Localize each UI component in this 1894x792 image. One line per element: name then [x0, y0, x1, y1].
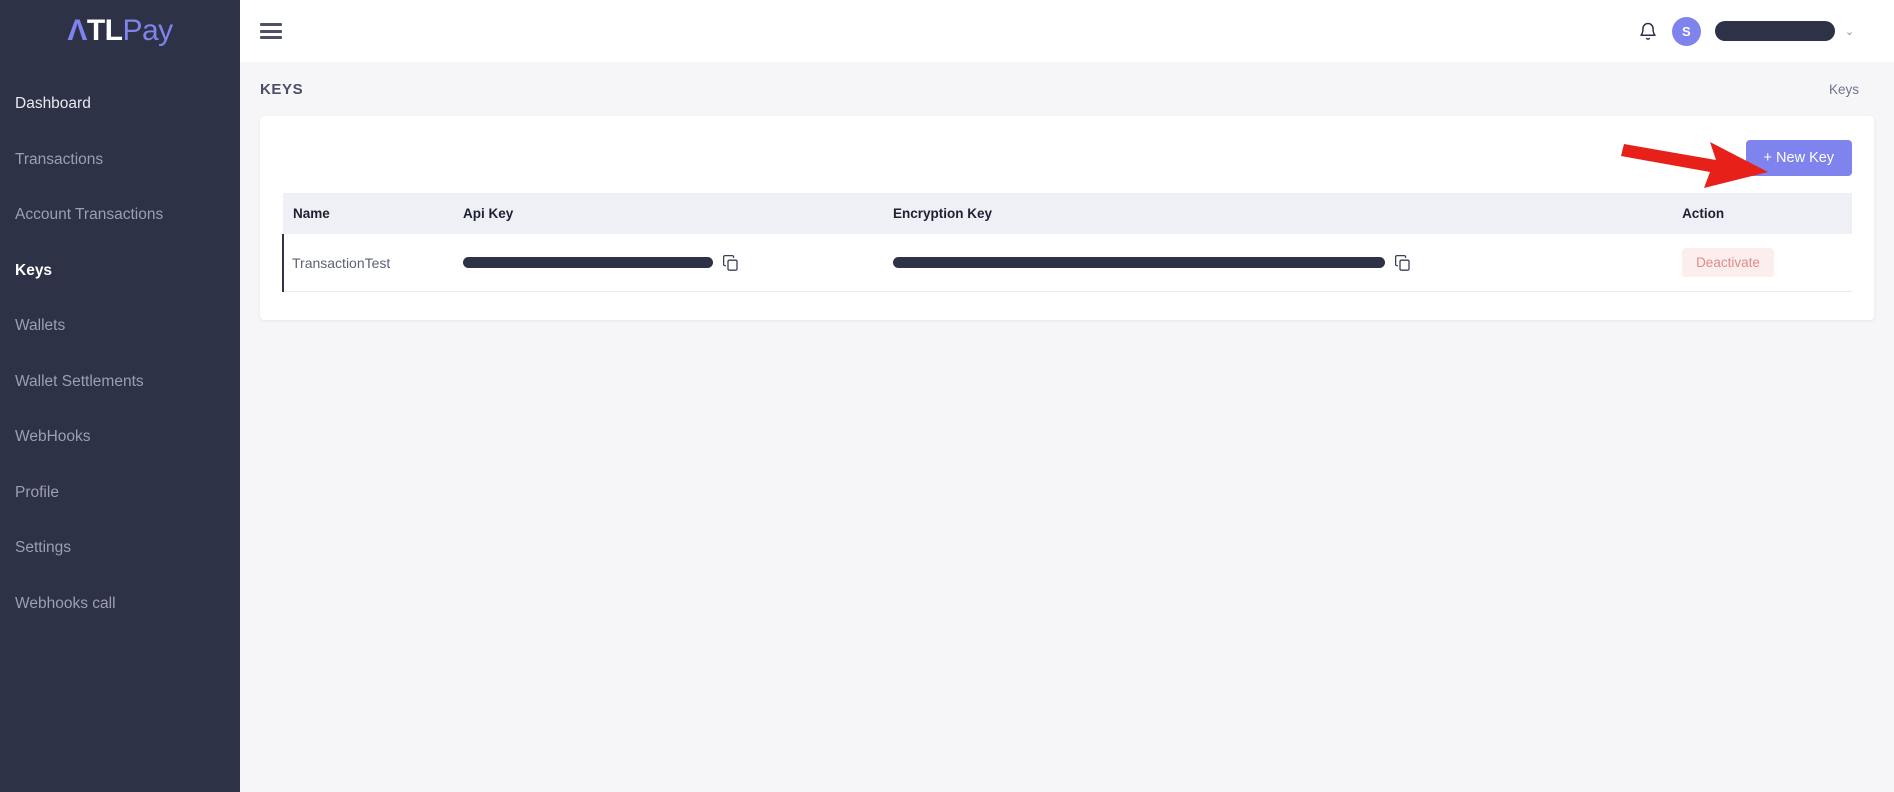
table-row: TransactionTest Deactivate	[283, 234, 1853, 292]
cell-api-key	[453, 234, 883, 292]
column-header-api-key: Api Key	[453, 193, 883, 234]
main-area: S ⌄ KEYS Keys + New Key Name Api Key Enc…	[240, 0, 1894, 792]
keys-card: + New Key Name Api Key Encryption Key Ac…	[260, 116, 1875, 320]
table-header-row: Name Api Key Encryption Key Action	[283, 193, 1853, 234]
cell-action: Deactivate	[1672, 234, 1853, 292]
topbar: S ⌄	[240, 0, 1894, 62]
topbar-right-group: S ⌄	[1638, 16, 1854, 46]
cell-name: TransactionTest	[283, 234, 453, 292]
page-title: KEYS	[260, 80, 304, 98]
logo-text-tl: TL	[86, 14, 123, 47]
api-key-redacted-value	[463, 257, 713, 268]
encryption-key-group	[893, 254, 1672, 271]
sidebar-item-webhooks-call[interactable]: Webhooks call	[0, 584, 240, 623]
column-header-encryption-key: Encryption Key	[883, 193, 1673, 234]
sidebar-item-dashboard[interactable]: Dashboard	[0, 84, 240, 123]
breadcrumb: Keys	[1829, 81, 1860, 97]
sidebar-item-keys[interactable]: Keys	[0, 251, 240, 290]
logo-text-pay: Pay	[122, 14, 173, 47]
keys-table: Name Api Key Encryption Key Action Trans…	[282, 193, 1853, 292]
keys-table-body: TransactionTest Deactivate	[283, 234, 1853, 292]
sidebar-item-transactions[interactable]: Transactions	[0, 140, 240, 179]
api-key-group	[463, 254, 883, 271]
new-key-button[interactable]: + New Key	[1745, 140, 1853, 176]
brand-logo[interactable]: ΛTLPay	[0, 0, 240, 62]
hamburger-icon[interactable]	[260, 23, 282, 39]
logo-mark-a: Λ	[67, 14, 87, 47]
page-header: KEYS Keys	[240, 62, 1894, 116]
sidebar-nav: Dashboard Transactions Account Transacti…	[0, 62, 240, 623]
sidebar-item-account-transactions[interactable]: Account Transactions	[0, 195, 240, 234]
app-root: ΛTLPay Dashboard Transactions Account Tr…	[0, 0, 1894, 792]
sidebar-item-wallets[interactable]: Wallets	[0, 306, 240, 345]
sidebar-item-profile[interactable]: Profile	[0, 473, 240, 512]
deactivate-button[interactable]: Deactivate	[1682, 248, 1774, 277]
encryption-key-redacted-value	[893, 257, 1385, 268]
content-area: + New Key Name Api Key Encryption Key Ac…	[240, 116, 1894, 320]
sidebar-item-wallet-settlements[interactable]: Wallet Settlements	[0, 362, 240, 401]
cell-encryption-key	[883, 234, 1673, 292]
sidebar-item-settings[interactable]: Settings	[0, 528, 240, 567]
column-header-name: Name	[283, 193, 453, 234]
chevron-down-icon[interactable]: ⌄	[1845, 25, 1854, 38]
copy-encryption-key-icon[interactable]	[1395, 254, 1410, 271]
sidebar: ΛTLPay Dashboard Transactions Account Tr…	[0, 0, 240, 792]
column-header-action: Action	[1672, 193, 1853, 234]
copy-api-key-icon[interactable]	[723, 254, 738, 271]
card-toolbar: + New Key	[282, 140, 1853, 176]
username-redacted[interactable]	[1714, 21, 1835, 41]
keys-table-head: Name Api Key Encryption Key Action	[283, 193, 1853, 234]
bell-icon[interactable]	[1638, 21, 1658, 42]
avatar[interactable]: S	[1671, 16, 1701, 46]
sidebar-item-webhooks[interactable]: WebHooks	[0, 417, 240, 456]
